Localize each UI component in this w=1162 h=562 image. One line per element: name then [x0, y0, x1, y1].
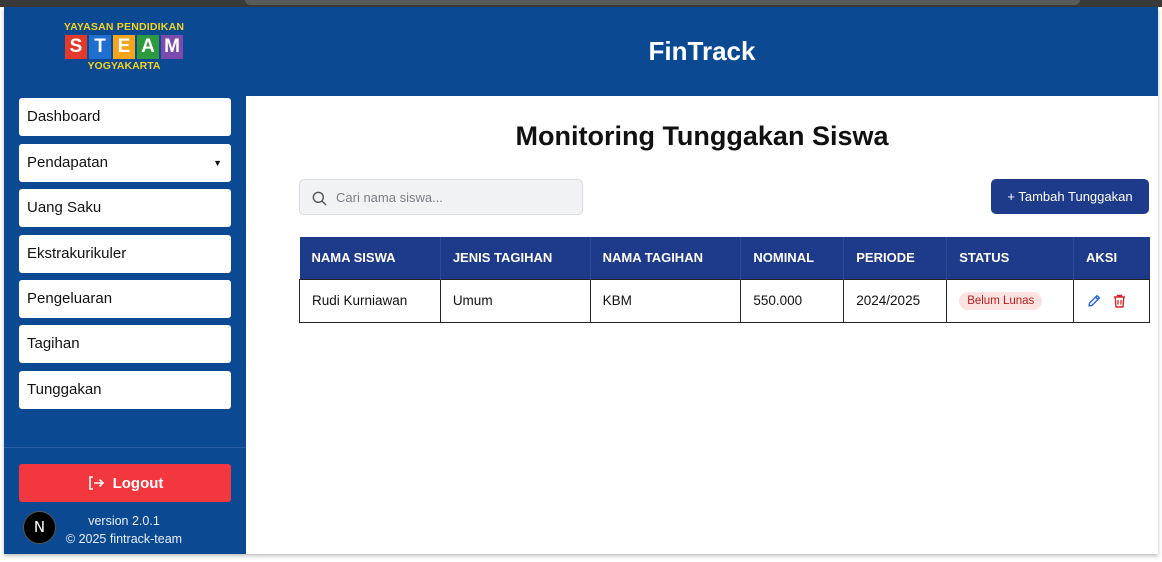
- table-header-row: NAMA SISWA JENIS TAGIHAN NAMA TAGIHAN NO…: [299, 237, 1150, 279]
- cell-nominal: 550.000: [740, 278, 845, 323]
- logo-letter-e: E: [113, 35, 135, 59]
- sidebar-item-label: Tagihan: [27, 335, 80, 352]
- sidebar-item-tagihan[interactable]: Tagihan: [19, 325, 231, 363]
- tunggakan-table: NAMA SISWA JENIS TAGIHAN NAMA TAGIHAN NO…: [299, 237, 1150, 323]
- logo-letter-a: A: [137, 35, 159, 59]
- logo-line1: YAYASAN PENDIDIKAN: [63, 21, 185, 33]
- sidebar: YAYASAN PENDIDIKAN S T E A M YOGYAKARTA …: [4, 7, 246, 554]
- edit-icon[interactable]: [1086, 293, 1102, 309]
- logo-line3: YOGYAKARTA: [87, 60, 161, 72]
- logo-letter-m: M: [161, 35, 183, 59]
- cell-nama-siswa: Rudi Kurniawan: [299, 278, 441, 323]
- logout-label: Logout: [112, 474, 164, 492]
- sidebar-item-label: Ekstrakurikuler: [27, 245, 127, 262]
- table-row: Rudi Kurniawan Umum KBM 550.000 2024/202…: [299, 278, 1150, 323]
- version-info: version 2.0.1 © 2025 fintrack-team: [59, 512, 189, 548]
- row-actions: [1086, 293, 1149, 309]
- version-text: version 2.0.1: [88, 514, 160, 528]
- sidebar-item-label: Dashboard: [27, 108, 101, 125]
- col-nama-siswa[interactable]: NAMA SISWA: [299, 237, 441, 279]
- app-title: FinTrack: [648, 36, 756, 66]
- logout-button[interactable]: Logout: [19, 464, 231, 502]
- sidebar-item-label: Uang Saku: [27, 199, 102, 216]
- sidebar-item-pengeluaran[interactable]: Pengeluaran: [19, 280, 231, 318]
- sidebar-divider: [4, 447, 246, 448]
- search-input[interactable]: [336, 180, 576, 214]
- sidebar-item-pendapatan[interactable]: Pendapatan ▼: [19, 144, 231, 182]
- trash-icon[interactable]: [1112, 293, 1127, 309]
- copyright-text: © 2025 fintrack-team: [65, 532, 183, 546]
- col-jenis-tagihan[interactable]: JENIS TAGIHAN: [440, 237, 591, 279]
- col-nama-tagihan[interactable]: NAMA TAGIHAN: [590, 237, 742, 279]
- sidebar-item-label: Pendapatan: [27, 154, 108, 171]
- page-title: Monitoring Tunggakan Siswa: [515, 121, 889, 151]
- sidebar-item-dashboard[interactable]: Dashboard: [19, 98, 231, 136]
- cell-status: Belum Lunas: [946, 278, 1074, 323]
- logo: YAYASAN PENDIDIKAN S T E A M YOGYAKARTA: [44, 21, 204, 83]
- col-nominal[interactable]: NOMINAL: [740, 237, 845, 279]
- col-aksi: AKSI: [1073, 237, 1150, 279]
- status-badge: Belum Lunas: [959, 291, 1043, 310]
- sidebar-item-ekstrakurikuler[interactable]: Ekstrakurikuler: [19, 235, 231, 273]
- cell-nama-tagihan: KBM: [589, 278, 742, 323]
- app-frame: YAYASAN PENDIDIKAN S T E A M YOGYAKARTA …: [4, 7, 1158, 554]
- logo-letter-t: T: [89, 35, 111, 59]
- col-status[interactable]: STATUS: [946, 237, 1074, 279]
- sidebar-item-uang-saku[interactable]: Uang Saku: [19, 189, 231, 227]
- search-icon: [312, 191, 327, 206]
- header: FinTrack: [246, 7, 1158, 96]
- nextjs-badge[interactable]: N: [23, 511, 56, 544]
- cell-aksi: [1073, 278, 1150, 323]
- logo-letters: S T E A M: [44, 35, 204, 59]
- logo-letter-s: S: [65, 35, 87, 59]
- sidebar-item-label: Pengeluaran: [27, 290, 113, 307]
- browser-top-strip-inner: [245, 0, 1080, 5]
- caret-down-icon: ▼: [213, 158, 222, 168]
- sidebar-item-tunggakan[interactable]: Tunggakan: [19, 371, 231, 409]
- add-tunggakan-button[interactable]: + Tambah Tunggakan: [991, 179, 1149, 214]
- search-box: [299, 179, 583, 215]
- browser-top-strip: [0, 0, 1162, 7]
- cell-jenis-tagihan: Umum: [439, 278, 591, 323]
- sidebar-item-label: Tunggakan: [27, 381, 102, 398]
- col-periode[interactable]: PERIODE: [843, 237, 948, 279]
- cell-periode: 2024/2025: [843, 278, 948, 323]
- logout-icon: [88, 476, 104, 490]
